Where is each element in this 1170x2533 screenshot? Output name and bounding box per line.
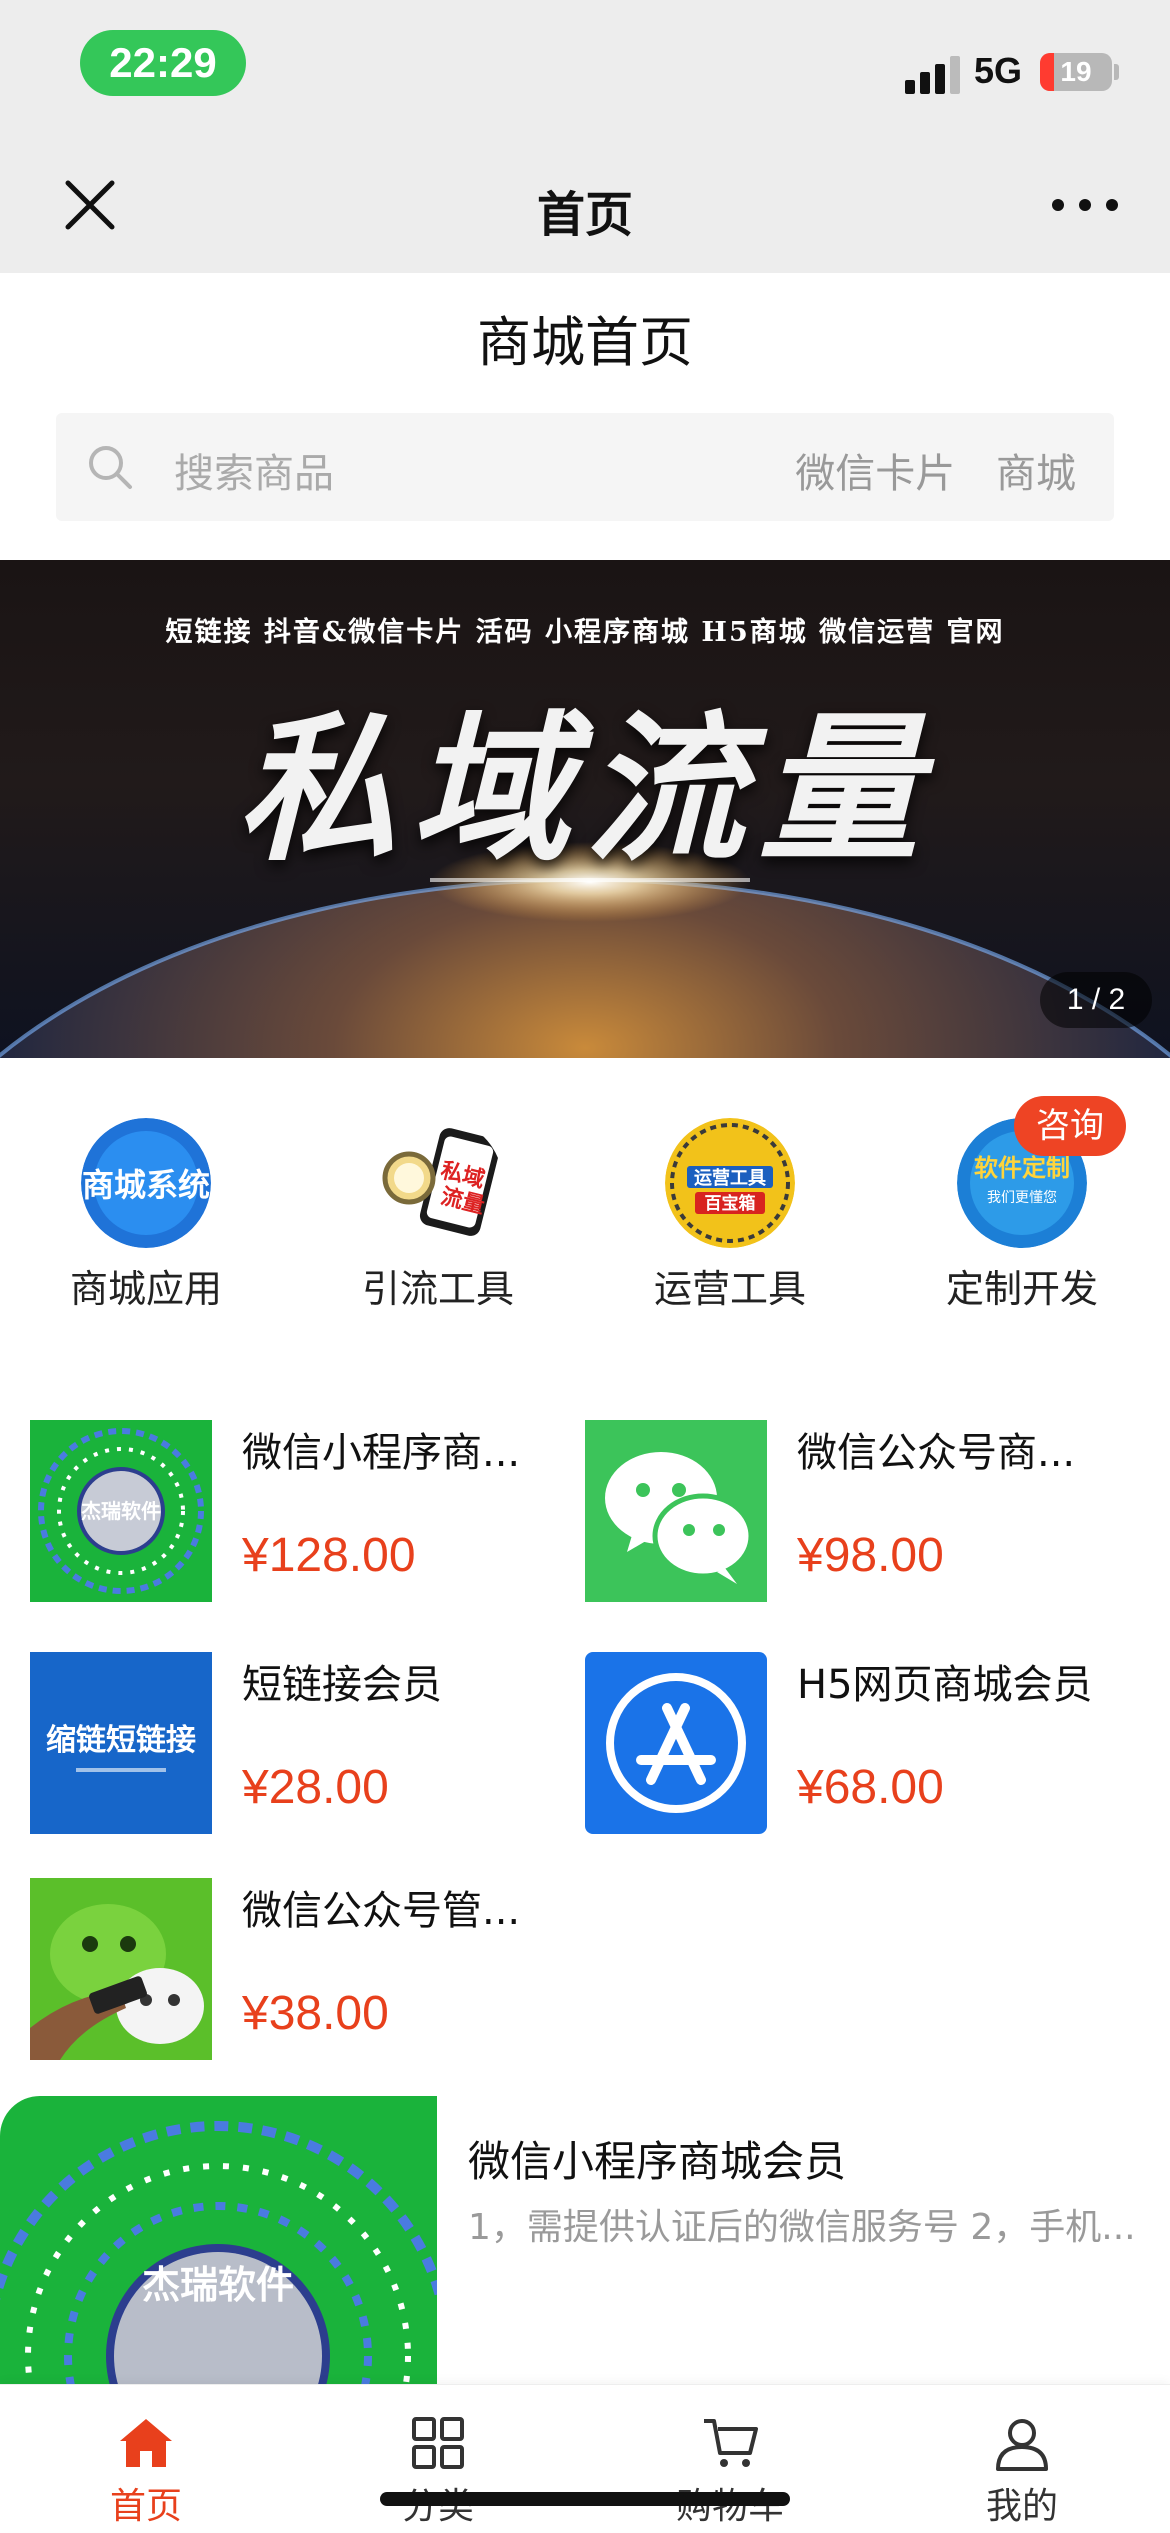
page-title: 商城首页 xyxy=(477,311,693,374)
product-card[interactable]: H5网页商城会员 ¥68.00 xyxy=(585,1652,1125,1842)
search-icon xyxy=(89,446,132,489)
app-store-icon xyxy=(585,1652,767,1834)
category-traffic-tools[interactable]: 私域 流量 引流工具 xyxy=(292,1118,584,1318)
product-card[interactable]: 杰瑞软件 微信小程序商... ¥128.00 xyxy=(30,1420,570,1610)
tab-cart[interactable]: 购物车 xyxy=(584,2385,876,2533)
list-item-name: 微信小程序商城会员 xyxy=(468,2137,847,2186)
product-card[interactable]: 微信公众号商... ¥98.00 xyxy=(585,1420,1125,1610)
hot-keyword[interactable]: 微信卡片 xyxy=(795,451,955,497)
hot-keyword[interactable]: 商城 xyxy=(996,451,1076,497)
svg-text:杰瑞软件: 杰瑞软件 xyxy=(81,1499,161,1523)
home-icon xyxy=(120,2419,172,2467)
nav-title: 首页 xyxy=(536,187,633,243)
nav-bar: 首页 xyxy=(0,135,1170,273)
banner-headline: 私域流量 xyxy=(236,696,933,883)
battery-cap xyxy=(1114,64,1119,80)
category-label: 定制开发 xyxy=(945,1267,1098,1311)
tab-home[interactable]: 首页 xyxy=(0,2385,292,2533)
category-label: 商城应用 xyxy=(69,1267,222,1311)
svg-text:软件定制: 软件定制 xyxy=(974,1154,1070,1182)
banner-carousel[interactable]: 短链接 抖音&微信卡片 活码 小程序商城 H5商城 微信运营 官网 私域流量 1… xyxy=(0,560,1170,1058)
tab-label: 我的 xyxy=(985,2486,1058,2527)
product-card[interactable]: 微信公众号管... ¥38.00 xyxy=(30,1878,570,2068)
category-ops-tools[interactable]: 运营工具 百宝箱 运营工具 xyxy=(584,1118,876,1318)
battery-icon: 19 xyxy=(1040,53,1112,91)
search-hot-keywords: 微信卡片 商城 xyxy=(767,441,1076,499)
product-thumbnail: 杰瑞软件 xyxy=(0,2096,437,2386)
product-price: ¥98.00 xyxy=(797,1529,944,1582)
battery-level: 19 xyxy=(1060,56,1092,87)
network-label: 5G xyxy=(974,50,1023,91)
product-name: 微信小程序商... xyxy=(242,1430,521,1476)
user-icon xyxy=(996,2419,1048,2471)
consult-badge[interactable]: 咨询 xyxy=(1014,1096,1126,1156)
tab-me[interactable]: 我的 xyxy=(876,2385,1168,2533)
search-bar[interactable]: 搜索商品 微信卡片 商城 xyxy=(56,413,1114,521)
product-price: ¥38.00 xyxy=(242,1987,389,2040)
product-list-item[interactable]: 杰瑞软件 微信小程序商城会员 1，需提供认证后的微信服务号 2，手机... xyxy=(0,2096,1170,2386)
svg-text:杰瑞软件: 杰瑞软件 xyxy=(142,2263,294,2307)
wechat-logo-icon xyxy=(585,1420,767,1602)
search-placeholder: 搜索商品 xyxy=(174,451,334,497)
status-bar: 22:29 5G 19 xyxy=(0,0,1170,135)
svg-text:我们更懂您: 我们更懂您 xyxy=(987,1189,1057,1206)
product-name: 短链接会员 xyxy=(242,1662,442,1708)
product-card[interactable]: 缩链短链接 短链接会员 ¥28.00 xyxy=(30,1652,570,1842)
toolbox-icon: 运营工具 百宝箱 xyxy=(665,1118,795,1248)
category-mall-apps[interactable]: 商城系统 商城应用 xyxy=(0,1118,292,1318)
category-custom-dev[interactable]: 软件定制 我们更懂您 定制开发 xyxy=(876,1118,1168,1318)
product-name: 微信公众号管... xyxy=(242,1888,521,1934)
status-time: 22:29 xyxy=(80,30,246,96)
product-price: ¥28.00 xyxy=(242,1761,389,1814)
category-label: 运营工具 xyxy=(653,1267,806,1311)
grid-icon xyxy=(412,2417,464,2469)
more-icon[interactable] xyxy=(1040,165,1130,245)
tab-bar: 首页 分类 购物车 我的 xyxy=(0,2384,1170,2533)
svg-text:运营工具: 运营工具 xyxy=(694,1167,766,1189)
product-thumbnail: 杰瑞软件 xyxy=(30,1420,212,1602)
cart-icon xyxy=(704,2419,758,2467)
svg-text:缩链短链接: 缩链短链接 xyxy=(46,1723,196,1758)
category-label: 引流工具 xyxy=(361,1267,514,1311)
signal-icon xyxy=(905,56,960,94)
list-item-description: 1，需提供认证后的微信服务号 2，手机... xyxy=(468,2207,1136,2248)
mall-system-icon: 商城系统 xyxy=(81,1118,211,1248)
carousel-indicator: 1 / 2 xyxy=(1040,972,1152,1028)
product-name: 微信公众号商... xyxy=(797,1430,1076,1476)
short-link-icon: 缩链短链接 xyxy=(30,1652,212,1834)
svg-text:百宝箱: 百宝箱 xyxy=(705,1193,756,1214)
phone-magnifier-icon: 私域 流量 xyxy=(373,1118,503,1248)
tab-label: 首页 xyxy=(109,2486,182,2527)
banner-tagline: 短链接 抖音&微信卡片 活码 小程序商城 H5商城 微信运营 官网 xyxy=(165,617,1005,648)
home-indicator xyxy=(380,2492,790,2506)
wechat-hand-icon xyxy=(30,1878,212,2060)
product-name: H5网页商城会员 xyxy=(797,1662,1093,1708)
product-price: ¥68.00 xyxy=(797,1761,944,1814)
product-price: ¥128.00 xyxy=(242,1529,416,1582)
svg-text:商城系统: 商城系统 xyxy=(82,1166,210,1204)
tab-category[interactable]: 分类 xyxy=(292,2385,584,2533)
